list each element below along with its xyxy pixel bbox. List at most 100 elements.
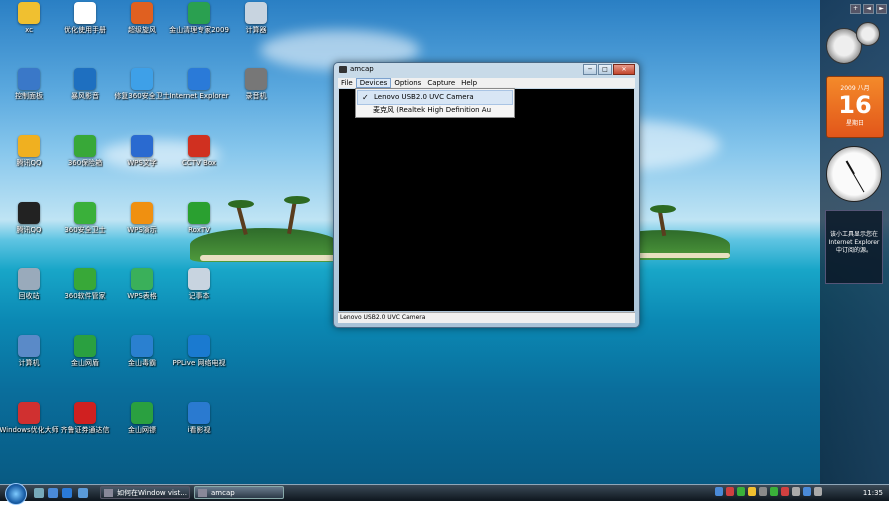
app-icon <box>74 402 96 424</box>
desktop-icon[interactable]: 控制面板 <box>0 68 61 100</box>
desktop-icon[interactable]: 录音机 <box>224 68 288 100</box>
tray-icon[interactable] <box>715 487 723 496</box>
desktop-icon[interactable]: Internet Explorer <box>167 68 231 100</box>
desktop-icon-label: 金山网镖 <box>128 426 156 434</box>
desktop-icon-label: 回收站 <box>18 292 40 300</box>
desktop-icon[interactable]: 计算器 <box>224 2 288 34</box>
taskbar: 如何在Window vist... amcap 11:35 <box>0 483 889 505</box>
desktop-icon[interactable]: 超级旋风 <box>110 2 174 34</box>
tray-icon[interactable] <box>770 487 778 496</box>
task-label: amcap <box>211 489 235 497</box>
desktop-icon[interactable]: PPLive 网络电视 <box>167 335 231 367</box>
check-icon: ✓ <box>362 93 369 102</box>
system-tray <box>715 487 822 496</box>
menu-devices[interactable]: Devices <box>355 78 392 88</box>
app-icon <box>18 335 40 357</box>
palm-frond <box>650 205 676 213</box>
desktop-icon[interactable]: 金山毒霸 <box>110 335 174 367</box>
calendar-weekday: 星期日 <box>845 120 864 127</box>
start-button[interactable] <box>5 483 27 505</box>
desktop-icon[interactable]: 360软件管家 <box>53 268 117 300</box>
desktop-icon[interactable]: 腾讯QQ <box>0 135 61 167</box>
desktop-icon[interactable]: WPS表格 <box>110 268 174 300</box>
desktop-icon[interactable]: 360安全卫士 <box>53 202 117 234</box>
maximize-button[interactable]: □ <box>598 64 612 75</box>
desktop-icon[interactable]: 齐鲁证券通达信 <box>53 402 117 434</box>
desktop-icon-label: 暴风影音 <box>71 92 99 100</box>
tray-icon[interactable] <box>792 487 800 496</box>
desktop-icon[interactable]: xc <box>0 2 61 34</box>
tray-icon[interactable] <box>726 487 734 496</box>
desktop-icon[interactable]: 360保险箱 <box>53 135 117 167</box>
browser-icon <box>104 489 113 497</box>
close-button[interactable]: ✕ <box>613 64 635 75</box>
device-option-microphone[interactable]: 麦克风 (Realtek High Definition Au <box>357 104 513 117</box>
app-icon <box>18 202 40 224</box>
desktop-icon[interactable]: 腾讯QQ <box>0 202 61 234</box>
app-icon <box>245 2 267 24</box>
desktop-icon[interactable]: WPS文字 <box>110 135 174 167</box>
app-icon <box>188 68 210 90</box>
menu-file[interactable]: File <box>338 78 356 88</box>
internet-explorer-icon[interactable] <box>62 488 72 498</box>
devices-dropdown: ✓ Lenovo USB2.0 UVC Camera 麦克风 (Realtek … <box>355 88 515 118</box>
task-button-browser[interactable]: 如何在Window vist... <box>100 486 190 499</box>
app-icon <box>245 68 267 90</box>
beach <box>200 255 340 261</box>
minute-hand <box>853 173 865 193</box>
desktop-icon-label: 360软件管家 <box>64 292 106 300</box>
desktop-icon[interactable]: i看影视 <box>167 402 231 434</box>
switch-windows-icon[interactable] <box>48 488 58 498</box>
show-desktop-icon[interactable] <box>34 488 44 498</box>
desktop-icon[interactable]: 回收站 <box>0 268 61 300</box>
desktop-icon-label: xc <box>25 26 33 34</box>
next-button[interactable]: ► <box>876 4 887 14</box>
app-icon <box>74 268 96 290</box>
add-gadget-button[interactable]: + <box>850 4 861 14</box>
desktop-icon[interactable]: 暴风影音 <box>53 68 117 100</box>
clock-time[interactable]: 11:35 <box>863 486 883 500</box>
desktop-icon[interactable]: 计算机 <box>0 335 61 367</box>
tray-icon[interactable] <box>748 487 756 496</box>
desktop-icon[interactable]: RoxTV <box>167 202 231 234</box>
desktop-icon[interactable]: 金山网镖 <box>110 402 174 434</box>
menu-options[interactable]: Options <box>391 78 424 88</box>
minimize-button[interactable]: ─ <box>583 64 597 75</box>
tray-icon[interactable] <box>814 487 822 496</box>
desktop-icon-label: 录音机 <box>245 92 267 100</box>
tray-icon[interactable] <box>803 487 811 496</box>
menu-help[interactable]: Help <box>458 78 480 88</box>
calendar-gadget[interactable]: 2009 八月 16 星期日 <box>826 76 884 138</box>
desktop-icon-label: 360安全卫士 <box>64 226 106 234</box>
tray-icon[interactable] <box>737 487 745 496</box>
device-option-label: Lenovo USB2.0 UVC Camera <box>374 93 474 101</box>
desktop-icon[interactable]: 优化使用手册 <box>53 2 117 34</box>
task-button-amcap[interactable]: amcap <box>194 486 284 499</box>
previous-button[interactable]: ◄ <box>863 4 874 14</box>
quick-launch-icon[interactable] <box>78 488 88 498</box>
desktop-icon[interactable]: 金山网盾 <box>53 335 117 367</box>
desktop-icon[interactable]: CCTV Box <box>167 135 231 167</box>
calendar-day: 16 <box>838 91 872 119</box>
tray-icon[interactable] <box>759 487 767 496</box>
tray-icon[interactable] <box>781 487 789 496</box>
app-icon <box>74 2 96 24</box>
palm-frond <box>284 196 310 204</box>
title-bar[interactable]: amcap ─ □ ✕ <box>338 64 635 76</box>
menu-capture[interactable]: Capture <box>424 78 458 88</box>
device-option-camera[interactable]: ✓ Lenovo USB2.0 UVC Camera <box>357 90 513 105</box>
desktop-icon-label: Windows优化大师 <box>0 426 59 434</box>
feed-gadget[interactable]: 该小工具显示您在 Internet Explorer 中订阅的源。 <box>825 210 883 284</box>
memory-meter-gadget[interactable] <box>856 22 880 46</box>
app-icon <box>188 268 210 290</box>
desktop-icon[interactable]: 修复360安全卫士 <box>110 68 174 100</box>
desktop-icon[interactable]: WPS演示 <box>110 202 174 234</box>
desktop-icon[interactable]: 记事本 <box>167 268 231 300</box>
clock-gadget[interactable] <box>826 146 882 202</box>
desktop-icon-label: WPS表格 <box>127 292 157 300</box>
app-icon <box>18 135 40 157</box>
window-controls: ─ □ ✕ <box>582 64 635 75</box>
app-icon <box>18 402 40 424</box>
desktop-icon[interactable]: 金山清理专家2009 <box>167 2 231 34</box>
desktop-icon[interactable]: Windows优化大师 <box>0 402 61 434</box>
